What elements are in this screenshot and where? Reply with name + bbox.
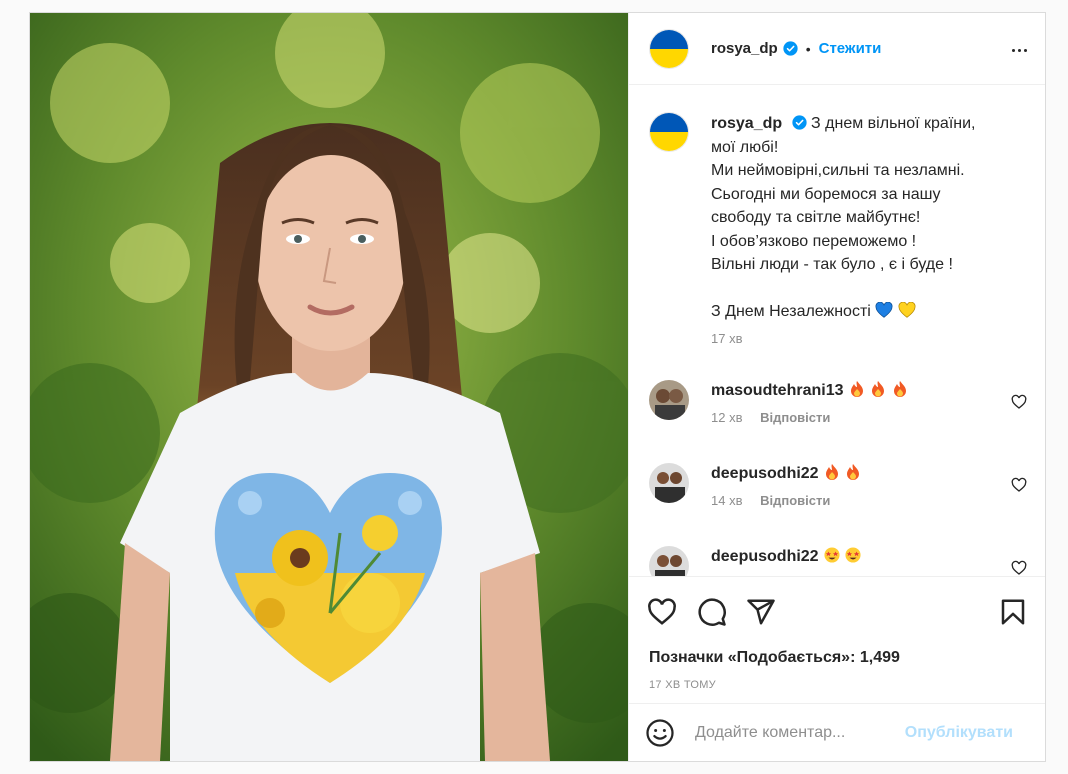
reply-button[interactable]: Відповісти — [760, 410, 830, 425]
caption-avatar[interactable] — [649, 112, 689, 152]
comment-username[interactable]: deepusodhi22 — [711, 548, 819, 565]
emoji-picker-icon[interactable] — [645, 718, 675, 748]
likes-count[interactable]: Позначки «Подобається»: 1,499 — [649, 649, 900, 667]
post-header: rosya_dp • Стежити — [629, 13, 1045, 85]
comment-item: deepusodhi22 — [649, 546, 1029, 576]
comment-time: 12 хв — [711, 410, 743, 425]
caption-line: Ми неймовірні,сильні та незламні. — [711, 162, 965, 179]
fire-icon — [850, 381, 863, 397]
comment-avatar[interactable] — [649, 380, 689, 420]
fire-icon — [893, 381, 906, 397]
like-comment-icon[interactable] — [1011, 477, 1027, 493]
comment-time: 14 хв — [711, 493, 743, 508]
verified-icon — [791, 115, 807, 130]
separator-dot: • — [805, 40, 811, 57]
follow-button[interactable]: Стежити — [819, 40, 882, 57]
comment-avatar[interactable] — [649, 463, 689, 503]
reply-button[interactable]: Відповісти — [760, 493, 830, 508]
save-icon[interactable] — [998, 597, 1028, 627]
caption-username[interactable]: rosya_dp — [711, 115, 782, 132]
star-eyes-icon — [845, 547, 862, 563]
caption-line: З днем вільної країни, — [811, 115, 976, 132]
post-card: rosya_dp • Стежити rosya_dp З днем вільн… — [29, 12, 1046, 762]
post-actions-section: Позначки «Подобається»: 1,499 17 ХВ ТОМУ — [629, 576, 1045, 691]
more-options-icon[interactable] — [1009, 39, 1027, 57]
comments-scroll-area[interactable]: rosya_dp З днем вільної країни, мої любі… — [629, 86, 1045, 576]
caption-line: Сьогодні ми боремося за нашу — [711, 185, 941, 203]
caption-line: свободу та світле майбутнє! — [711, 209, 921, 226]
comment-username[interactable]: masoudtehrani13 — [711, 382, 843, 399]
fire-icon — [826, 464, 839, 480]
verified-icon — [783, 41, 798, 56]
fire-icon — [872, 381, 885, 397]
post-side-panel: rosya_dp • Стежити rosya_dp З днем вільн… — [628, 13, 1045, 761]
comment-item: deepusodhi22 14 хв Відповісти — [649, 463, 1029, 508]
share-icon[interactable] — [746, 597, 776, 627]
post-caption: rosya_dp З днем вільної країни, мої любі… — [649, 112, 1019, 351]
caption-closing: З Днем Незалежності — [711, 302, 871, 320]
like-comment-icon[interactable] — [1011, 394, 1027, 410]
caption-line: Вільні люди - так було , є і буде ! — [711, 256, 953, 273]
add-comment-bar: Опублікувати — [629, 703, 1045, 761]
like-icon[interactable] — [647, 597, 677, 627]
fire-icon — [847, 464, 860, 480]
header-username[interactable]: rosya_dp — [711, 40, 778, 57]
comment-icon[interactable] — [697, 597, 727, 627]
blue-heart-icon — [875, 301, 893, 318]
comment-item: masoudtehrani13 12 хв Відповісти — [649, 380, 1029, 425]
star-eyes-icon — [824, 547, 840, 563]
publish-button[interactable]: Опублікувати — [905, 724, 1013, 742]
post-photo[interactable] — [30, 13, 628, 761]
post-timestamp: 17 ХВ ТОМУ — [649, 679, 716, 691]
post-photo-image — [30, 13, 628, 761]
comment-input[interactable] — [693, 722, 905, 743]
caption-time: 17 хв — [711, 331, 743, 346]
yellow-heart-icon — [898, 301, 916, 318]
avatar[interactable] — [649, 28, 689, 69]
action-bar — [629, 577, 1045, 635]
caption-line: І обов’язково переможемо ! — [711, 232, 917, 250]
comment-username[interactable]: deepusodhi22 — [711, 465, 819, 482]
caption-line: мої любі! — [711, 138, 779, 156]
comment-avatar[interactable] — [649, 546, 689, 576]
like-comment-icon[interactable] — [1011, 560, 1027, 576]
